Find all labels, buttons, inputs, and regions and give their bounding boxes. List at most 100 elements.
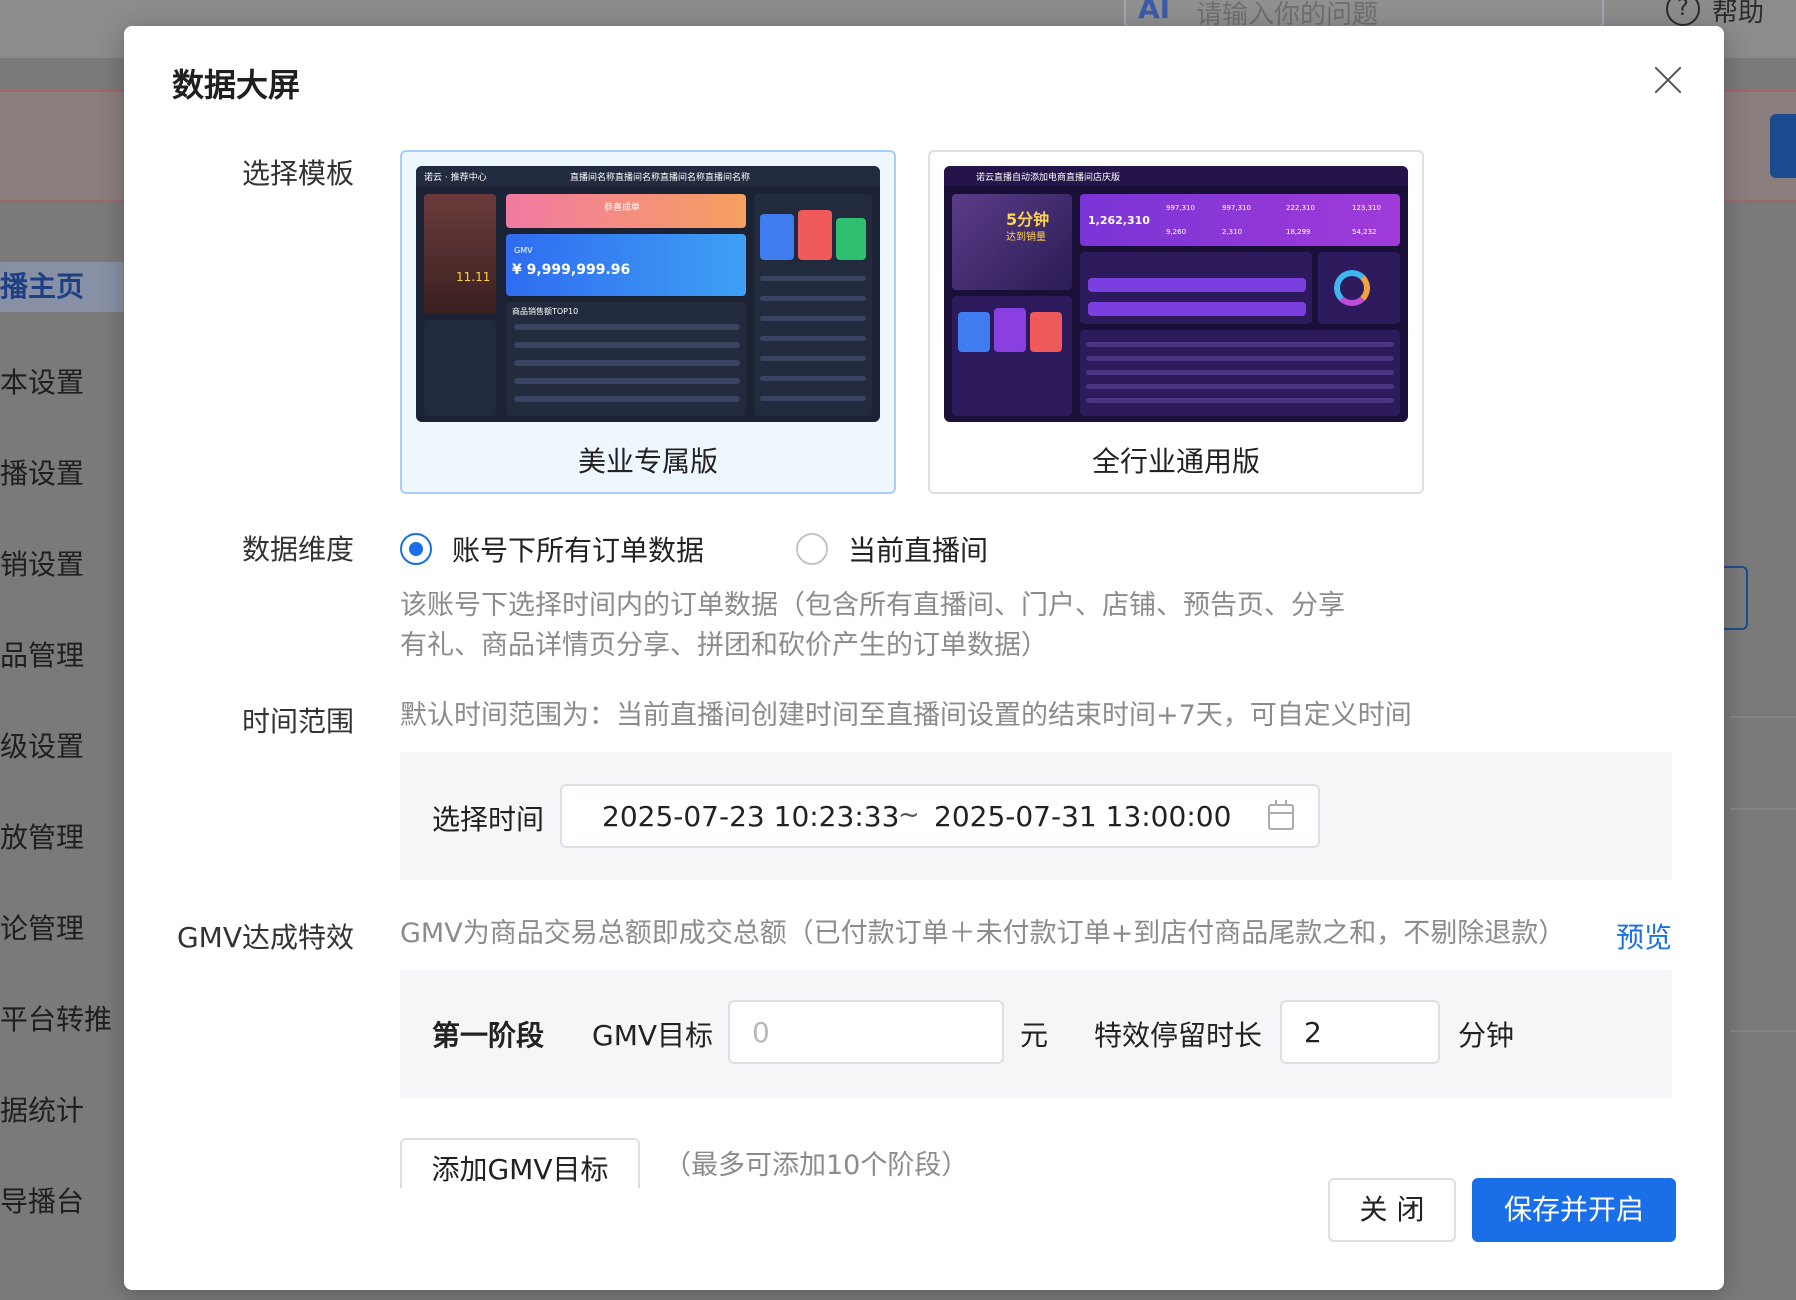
data-screen-modal: 数据大屏 选择模板 诺云 · 推荐中心 直播间名称直播间名称直播间名称直播间名称… [124,26,1724,1290]
sidebar-item[interactable]: 播设置 [0,444,124,535]
gmv-target-label: GMV目标 [592,1019,714,1052]
time-panel: 选择时间 2025-07-23 10:23:33 ~ 2025-07-31 13… [400,752,1672,880]
duration-label: 特效停留时长 [1094,1019,1263,1052]
time-picker-label: 选择时间 [432,803,545,836]
radio-current-room[interactable]: 当前直播间 [796,529,988,569]
calendar-icon [1268,800,1294,830]
sidebar-item[interactable]: 放管理 [0,808,124,899]
close-icon[interactable] [1648,60,1688,100]
save-and-start-button[interactable]: 保存并开启 [1472,1178,1676,1242]
time-hint: 默认时间范围为：当前直播间创建时间至直播间设置的结束时间+7天，可自定义时间 [400,700,1412,731]
thumb-donut [1334,270,1370,306]
radio-all-orders[interactable]: 账号下所有订单数据 [400,529,704,569]
thumb-funnel-bar [1088,278,1306,292]
stage-label: 第一阶段 [432,1019,545,1052]
sidebar-item[interactable]: 级设置 [0,717,124,808]
thumb-brand: 诺云 · 推荐中心 [424,173,487,183]
add-gmv-button[interactable]: 添加GMV目标 [400,1138,640,1188]
thumb-rank-card [798,210,832,260]
divider [1730,808,1796,810]
gmv-label: GMV达成特效 [176,921,354,954]
end-date: 2025-07-31 13:00:00 [934,800,1232,833]
thumb-live-label: 11.11 [456,270,491,284]
help-link[interactable]: 帮助 [1712,0,1764,29]
time-label: 时间范围 [241,705,354,738]
thumb-row [760,336,866,341]
template-card-general[interactable]: 诺云直播自动添加电商直播间店庆版 5分钟 达到销量 1,262,310 997,… [928,150,1424,494]
sidebar-item[interactable]: 本设置 [0,353,124,444]
thumb-row [760,296,866,301]
template-label: 选择模板 [241,157,354,190]
sidebar-item[interactable]: 品管理 [0,626,124,717]
thumb-rank-card [760,214,794,260]
thumb-row [1086,342,1394,347]
sidebar-item[interactable]: 论管理 [0,899,124,990]
thumb-stat: 18,299 [1286,228,1311,236]
thumb-row [1086,398,1394,403]
gmv-target-input[interactable] [728,1000,1004,1064]
thumb-rank-card [1030,312,1062,352]
thumb-stat: 9,260 [1166,228,1187,236]
thumb-header: 诺云直播自动添加电商直播间店庆版 [976,173,1121,183]
add-gmv-hint: （最多可添加10个阶段） [664,1150,969,1181]
thumb-row [1086,356,1394,361]
add-gmv-row: 添加GMV目标 （最多可添加10个阶段） [400,1112,1672,1188]
divider [1730,1030,1796,1032]
sidebar-item[interactable]: 平台转推 [0,990,124,1081]
sidebar-item[interactable]: 导播台 [0,1172,124,1263]
thumb-row [514,342,740,348]
thumb-rank-card [958,312,990,352]
template-thumbnail-beauty: 诺云 · 推荐中心 直播间名称直播间名称直播间名称直播间名称 11.11 恭喜成… [416,166,880,422]
thumb-promo-text: 5分钟 [1006,210,1050,229]
thumb-rank-card [836,218,866,260]
thumb-gmv-value: ¥ 9,999,999.96 [512,262,631,278]
thumb-promo-text2: 达到销量 [1006,232,1046,243]
preview-link[interactable]: 预览 [1616,916,1672,956]
radio-checked-icon [400,533,432,565]
thumb-row [514,378,740,384]
gmv-hint: GMV为商品交易总额即成交总额（已付款订单＋未付款订单+到店付商品尾款之和，不剔… [400,918,1566,949]
thumb-stat: 2,310 [1222,228,1243,236]
target-unit: 元 [1020,1019,1049,1052]
template-card-beauty[interactable]: 诺云 · 推荐中心 直播间名称直播间名称直播间名称直播间名称 11.11 恭喜成… [400,150,896,494]
date-separator: ~ [898,800,920,830]
sidebar-item[interactable]: 据统计 [0,1081,124,1172]
thumb-stat: 222,310 [1286,204,1315,212]
template-name: 美业专属版 [577,445,718,478]
thumb-row [760,276,866,281]
divider [1730,716,1796,718]
template-name: 全行业通用版 [1091,445,1260,478]
thumb-stat: 997,310 [1222,204,1251,212]
close-button[interactable]: 关 闭 [1328,1178,1456,1242]
banner-button[interactable] [1770,114,1796,178]
duration-unit: 分钟 [1458,1019,1515,1052]
thumb-stat: 54,232 [1352,228,1377,236]
sidebar: 播主页 本设置 播设置 销设置 品管理 级设置 放管理 论管理 平台转推 据统计… [0,262,124,1263]
dimension-label: 数据维度 [241,533,354,566]
radio-label: 账号下所有订单数据 [452,534,705,567]
date-range-picker[interactable]: 2025-07-23 10:23:33 ~ 2025-07-31 13:00:0… [560,784,1320,848]
thumb-stat: 997,310 [1166,204,1195,212]
thumb-row [760,356,866,361]
thumb-row [760,316,866,321]
radio-unchecked-icon [796,533,828,565]
ai-badge: AI [1138,0,1171,25]
thumb-header: 直播间名称直播间名称直播间名称直播间名称 [570,173,751,183]
thumb-top-label: 商品销售额TOP10 [512,307,579,316]
sidebar-item[interactable]: 播主页 [0,262,124,312]
dimension-hint-line1: 该账号下选择时间内的订单数据（包含所有直播间、门户、店铺、预告页、分享 [400,590,1345,621]
sidebar-item[interactable]: 销设置 [0,535,124,626]
thumb-stat: 123,310 [1352,204,1381,212]
thumb-row [1086,370,1394,375]
thumb-row [760,376,866,381]
gmv-stage-panel: 第一阶段 GMV目标 元 特效停留时长 分钟 [400,970,1672,1098]
thumb-live-video [424,194,496,314]
thumb-row [514,324,740,330]
thumb-gmv-label: GMV [514,246,533,255]
template-thumbnail-general: 诺云直播自动添加电商直播间店庆版 5分钟 达到销量 1,262,310 997,… [944,166,1408,422]
thumb-row [514,396,740,402]
duration-input[interactable] [1280,1000,1440,1064]
thumb-big-number: 1,262,310 [1088,214,1150,227]
thumb-rank-card [994,308,1026,352]
radio-label: 当前直播间 [848,534,989,567]
